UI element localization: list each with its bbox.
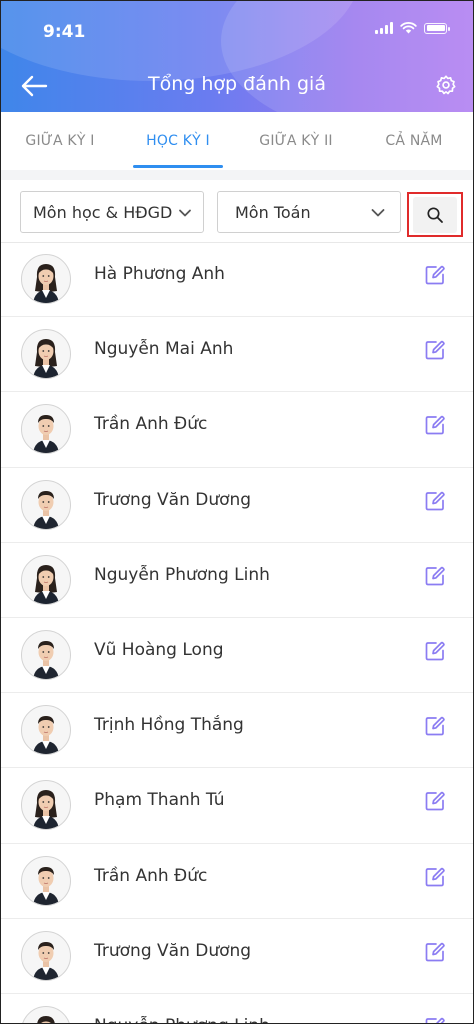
avatar [21, 254, 71, 304]
student-row[interactable]: Nguyễn Mai Anh [1, 317, 473, 393]
search-button-highlight[interactable] [407, 192, 463, 237]
edit-icon[interactable] [424, 565, 446, 587]
student-name: Vũ Hoàng Long [94, 639, 224, 660]
avatar [21, 479, 71, 530]
student-row[interactable]: Trần Anh Đức [1, 844, 473, 919]
student-row[interactable]: Nguyễn Phương Linh [1, 543, 473, 618]
student-name: Trần Anh Đức [94, 414, 208, 435]
student-row[interactable]: Nguyễn Phương Linh [1, 994, 473, 1024]
student-name: Nguyễn Phương Linh [94, 564, 270, 585]
app-frame: 9:41 Tổng hợp đánh giá GIỮA KỲ I HỌC KỲ … [0, 0, 474, 1024]
chevron-down-icon [177, 205, 193, 221]
student-photo [33, 415, 59, 454]
student-photo [33, 790, 59, 830]
avatar [21, 404, 71, 455]
header: 9:41 Tổng hợp đánh giá [1, 1, 473, 112]
edit-icon[interactable] [424, 790, 446, 812]
battery-icon [424, 22, 450, 34]
search-button[interactable] [413, 196, 457, 233]
student-name: Trần Anh Đức [94, 865, 208, 886]
edit-icon[interactable] [424, 1016, 446, 1024]
avatar [21, 780, 71, 831]
category-select[interactable]: Môn học & HĐGD [20, 191, 204, 233]
avatar [21, 629, 71, 680]
chevron-down-icon [371, 209, 385, 217]
edit-icon[interactable] [424, 941, 446, 963]
student-photo [33, 339, 59, 379]
section-divider [1, 170, 473, 180]
page-title: Tổng hợp đánh giá [148, 73, 326, 95]
wifi-icon [400, 22, 417, 34]
gear-icon[interactable] [435, 74, 457, 96]
edit-icon[interactable] [424, 414, 446, 436]
subject-select[interactable]: Môn Toán [217, 191, 401, 233]
avatar [21, 930, 71, 981]
avatar [21, 1005, 71, 1023]
student-row[interactable]: Trương Văn Dương [1, 919, 473, 994]
student-name: Phạm Thanh Tú [94, 790, 225, 811]
student-row[interactable]: Trần Anh Đức [1, 392, 473, 468]
student-name: Hà Phương Anh [94, 264, 225, 284]
student-photo [37, 1015, 55, 1023]
status-time: 9:41 [43, 22, 86, 42]
term-tabs: GIỮA KỲ I HỌC KỲ I GIỮA KỲ II CẢ NĂM [1, 112, 473, 171]
student-name: Nguyễn Mai Anh [94, 339, 234, 360]
category-select-value: Môn học & HĐGD [33, 202, 173, 222]
edit-icon[interactable] [424, 640, 446, 662]
student-photo [33, 490, 59, 529]
student-photo [33, 264, 59, 303]
signal-icon [375, 22, 393, 34]
student-row[interactable]: Hà Phương Anh [1, 242, 473, 318]
student-row[interactable]: Trương Văn Dương [1, 468, 473, 543]
student-row[interactable]: Trịnh Hồng Thắng [1, 693, 473, 769]
search-icon [427, 206, 443, 223]
subject-select-value: Môn Toán [235, 202, 311, 222]
student-photo [33, 941, 59, 980]
tab-hoc-ky-1[interactable]: HỌC KỲ I [119, 112, 237, 170]
student-photo [33, 866, 59, 905]
student-name: Trương Văn Dương [94, 940, 252, 961]
student-name: Nguyễn Phương Linh [94, 1016, 270, 1023]
status-icons [375, 22, 450, 34]
student-row[interactable]: Vũ Hoàng Long [1, 618, 473, 694]
edit-icon[interactable] [424, 339, 446, 361]
student-photo [33, 716, 59, 755]
avatar [21, 554, 71, 605]
avatar [21, 329, 71, 380]
avatar [21, 705, 71, 756]
edit-icon[interactable] [424, 264, 446, 286]
tab-ca-nam[interactable]: CẢ NĂM [355, 112, 473, 170]
edit-icon[interactable] [424, 866, 446, 888]
student-name: Trương Văn Dương [94, 489, 252, 510]
edit-icon[interactable] [424, 490, 446, 512]
filter-bar: Môn học & HĐGD Môn Toán [1, 180, 473, 243]
student-name: Trịnh Hồng Thắng [94, 715, 244, 736]
student-row[interactable]: Phạm Thanh Tú [1, 768, 473, 844]
student-photo [33, 640, 59, 679]
edit-icon[interactable] [424, 715, 446, 737]
student-list: Hà Phương Anh Nguyễn Mai Anh Trần Anh Đứ… [1, 242, 473, 1024]
student-photo [33, 564, 59, 604]
tab-giua-ky-1[interactable]: GIỮA KỲ I [1, 112, 119, 170]
avatar [21, 855, 71, 906]
tab-giua-ky-2[interactable]: GIỮA KỲ II [237, 112, 355, 170]
